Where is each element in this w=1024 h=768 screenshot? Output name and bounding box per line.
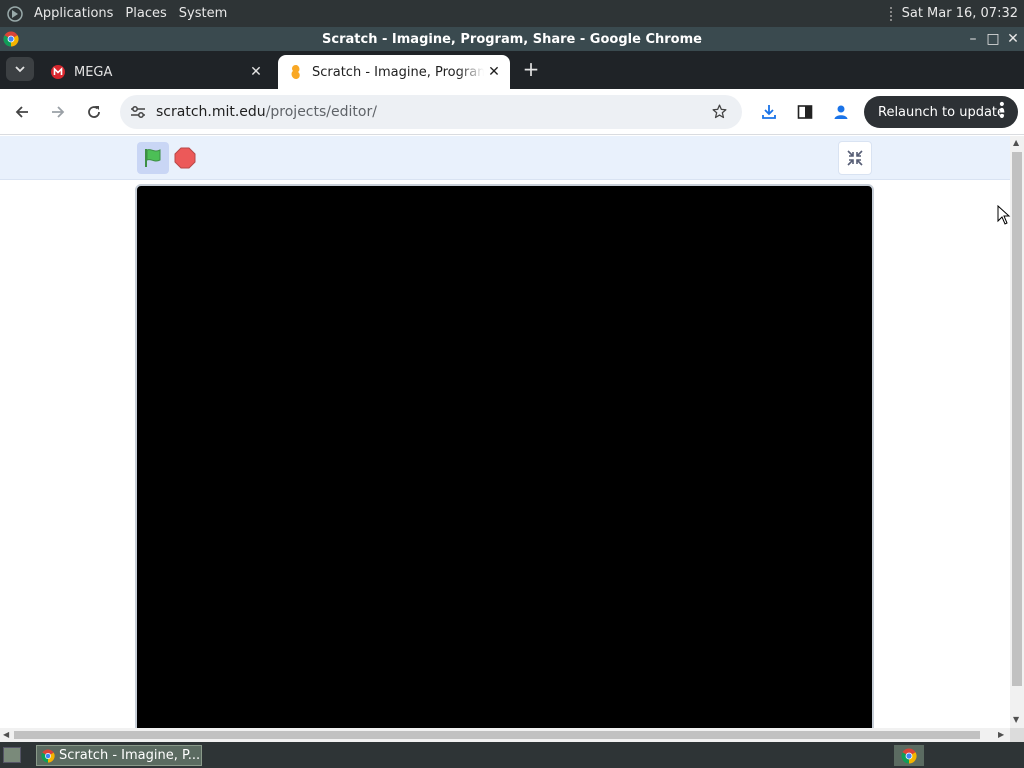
taskbar-item-chrome[interactable]: Scratch - Imagine, P... (36, 745, 202, 766)
side-panel-icon (797, 105, 813, 119)
tab-scratch[interactable]: Scratch - Imagine, Program, Share ✕ (278, 55, 510, 89)
applications-menu[interactable]: Applications (30, 6, 117, 21)
vertical-scrollbar[interactable]: ▲ ▼ (1010, 136, 1024, 728)
gnome-foot-icon[interactable] (4, 3, 26, 25)
chevron-down-icon (15, 65, 25, 72)
address-bar[interactable]: scratch.mit.edu/projects/editor/ (120, 95, 742, 129)
new-tab-button[interactable]: + (520, 59, 542, 81)
mouse-cursor-icon (997, 204, 1011, 229)
exit-fullscreen-button[interactable] (838, 141, 872, 175)
stop-icon (174, 147, 196, 169)
arrow-right-icon (52, 106, 65, 118)
taskbar-item-label: Scratch - Imagine, P... (59, 748, 201, 763)
green-flag-icon (145, 149, 161, 167)
tab-title: Scratch - Imagine, Program, Share (312, 64, 484, 80)
tab-title: MEGA (74, 64, 113, 80)
downloads-button[interactable] (757, 100, 781, 124)
relaunch-label: Relaunch to update (878, 104, 1006, 120)
close-tab-icon[interactable]: ✕ (246, 64, 266, 80)
vertical-scroll-thumb[interactable] (1012, 152, 1022, 686)
page-content (0, 136, 1010, 728)
forward-button[interactable] (46, 100, 70, 124)
bottom-taskbar: Scratch - Imagine, P... (0, 742, 1024, 768)
system-menu[interactable]: System (175, 6, 231, 21)
reload-icon (88, 106, 100, 118)
site-settings-icon[interactable] (128, 105, 148, 119)
scroll-corner (1010, 728, 1024, 742)
panel-clock[interactable]: Sat Mar 16, 07:32 (902, 6, 1018, 21)
tab-strip: MEGA ✕ Scratch - Imagine, Program, Share… (0, 51, 1024, 89)
green-flag-button[interactable] (137, 142, 169, 174)
url-host: scratch.mit.edu (156, 104, 266, 120)
chrome-icon (41, 748, 55, 763)
stop-button[interactable] (173, 146, 197, 170)
top-panel: Applications Places System Sat Mar 16, 0… (0, 0, 1024, 27)
bookmark-star-icon[interactable] (711, 103, 728, 124)
exit-fullscreen-icon (847, 150, 863, 166)
project-stage[interactable] (135, 184, 874, 728)
horizontal-scrollbar[interactable]: ◀ ▶ (0, 728, 1010, 742)
places-menu[interactable]: Places (121, 6, 170, 21)
minimize-icon[interactable]: – (966, 31, 980, 47)
show-desktop-icon[interactable] (3, 747, 21, 763)
url-path: /projects/editor/ (265, 104, 377, 120)
close-tab-icon[interactable]: ✕ (484, 64, 504, 80)
chrome-icon (3, 31, 19, 51)
tab-search-button[interactable] (6, 57, 34, 81)
browser-toolbar: scratch.mit.edu/projects/editor/ Relaunc… (0, 89, 1024, 135)
horizontal-scroll-thumb[interactable] (14, 731, 980, 739)
tab-mega[interactable]: MEGA ✕ (40, 55, 272, 89)
panel-grip (889, 6, 894, 21)
relaunch-button[interactable]: Relaunch to update • • • (864, 96, 1018, 128)
scratch-icon (288, 64, 304, 80)
window-title-bar[interactable]: Scratch - Imagine, Program, Share - Goog… (0, 27, 1024, 51)
mega-icon (50, 64, 66, 80)
scroll-left-icon[interactable]: ◀ (3, 730, 9, 739)
tray-chrome-icon[interactable] (894, 745, 924, 766)
profile-button[interactable] (829, 100, 853, 124)
back-button[interactable] (10, 100, 34, 124)
close-window-icon[interactable]: ✕ (1006, 31, 1020, 47)
scroll-up-icon[interactable]: ▲ (1013, 138, 1019, 147)
more-options-icon[interactable]: • • • (998, 98, 1006, 124)
profile-icon (834, 105, 848, 119)
download-icon (762, 105, 776, 119)
scroll-right-icon[interactable]: ▶ (998, 730, 1004, 739)
url-text: scratch.mit.edu/projects/editor/ (156, 104, 377, 120)
side-panel-button[interactable] (793, 100, 817, 124)
scroll-down-icon[interactable]: ▼ (1013, 715, 1019, 724)
stage-header (0, 136, 1010, 180)
reload-button[interactable] (82, 100, 106, 124)
maximize-icon[interactable]: □ (986, 31, 1000, 47)
window-title: Scratch - Imagine, Program, Share - Goog… (322, 31, 702, 47)
arrow-left-icon (15, 106, 28, 118)
